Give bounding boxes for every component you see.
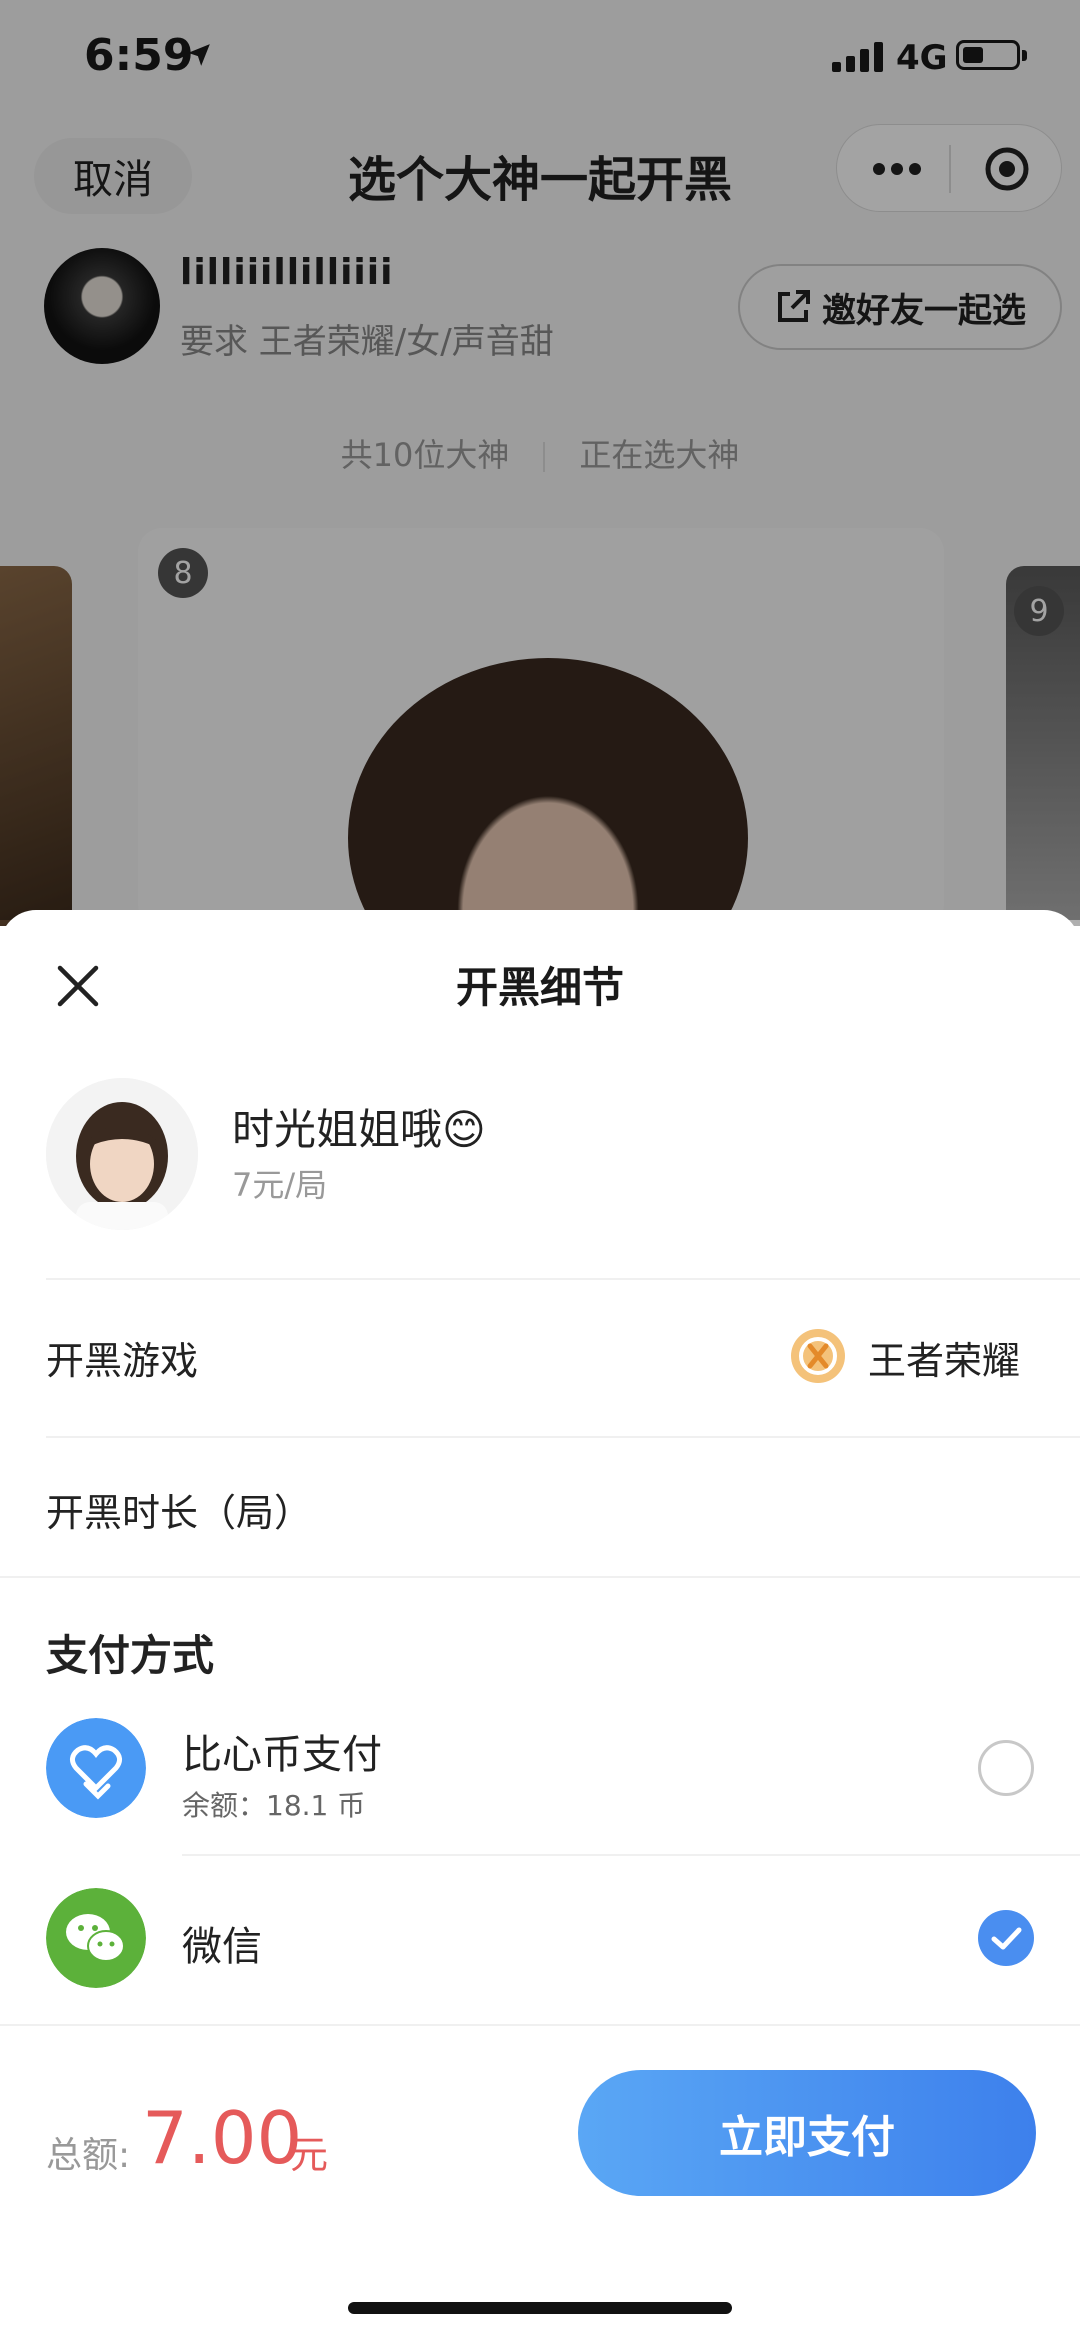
payment-option-balance: 余额：18.1 币 <box>182 1789 366 1822</box>
checkmark-icon <box>991 1927 1022 1950</box>
game-details-sheet: 开黑细节 时光姐姐哦😊 7元/局 开黑游戏 王者荣耀 开黑时长（局） 支付方式 … <box>0 910 1080 2337</box>
payment-option-name: 比心币支付 <box>182 1732 382 1778</box>
divider <box>0 1576 1080 1578</box>
radio-selected[interactable] <box>978 1910 1034 1966</box>
dim-overlay[interactable] <box>0 0 1080 920</box>
sheet-title: 开黑细节 <box>455 963 624 1012</box>
total-amount: 7.00 <box>142 2096 303 2180</box>
game-row-label: 开黑游戏 <box>46 1339 199 1383</box>
player-name: 时光姐姐哦😊 <box>232 1105 486 1154</box>
divider <box>0 2024 1080 2026</box>
honor-of-kings-icon <box>791 1329 845 1383</box>
total-label: 总额: <box>46 2135 131 2176</box>
pay-now-button[interactable]: 立即支付 <box>578 2070 1036 2196</box>
player-avatar <box>46 1078 198 1230</box>
player-price: 7元/局 <box>232 1166 328 1204</box>
divider <box>46 1436 1080 1438</box>
radio-unselected[interactable] <box>978 1740 1034 1796</box>
player-photo <box>46 1078 198 1230</box>
payment-option-name: 微信 <box>182 1924 262 1970</box>
payment-section-title: 支付方式 <box>46 1631 215 1680</box>
wechat-icon <box>46 1888 146 1988</box>
duration-row-label[interactable]: 开黑时长（局） <box>46 1482 312 1537</box>
divider <box>46 1278 1080 1280</box>
divider <box>182 1854 1080 1856</box>
total-unit: 元 <box>290 2133 329 2177</box>
home-indicator <box>348 2302 732 2314</box>
game-name[interactable]: 王者荣耀 <box>868 1330 1020 1385</box>
heart-coin-icon <box>46 1718 146 1818</box>
